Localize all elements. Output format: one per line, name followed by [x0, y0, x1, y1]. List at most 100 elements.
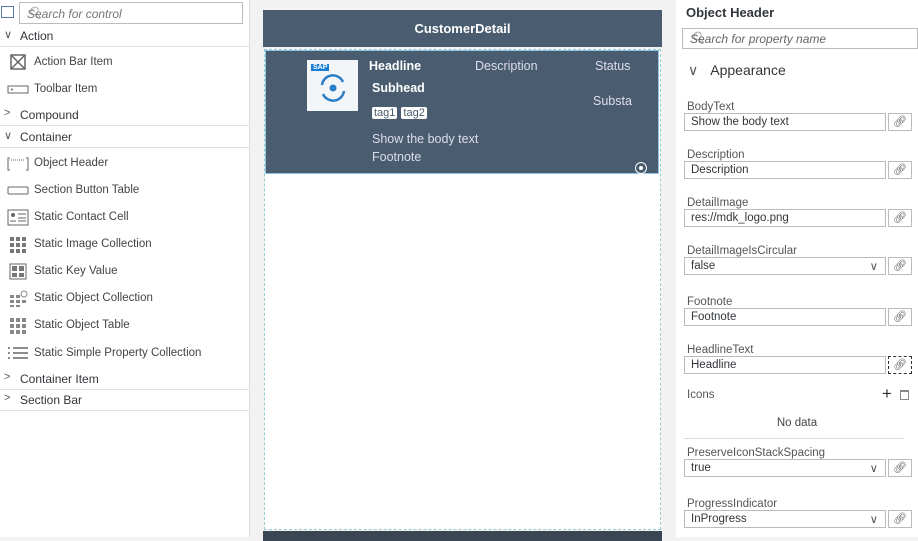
- control-static-image-collection[interactable]: Static Image Collection: [0, 233, 250, 257]
- property-select[interactable]: false ∨: [684, 257, 886, 275]
- object-header-preview[interactable]: SAP Headline Description Status Subhead …: [265, 50, 659, 174]
- control-label: Static Simple Property Collection: [34, 347, 202, 359]
- status: Status: [595, 59, 631, 73]
- search-icon[interactable]: 🔍︎: [690, 31, 915, 45]
- property-select[interactable]: InProgress ∨: [684, 510, 886, 528]
- palette-toggle-icon[interactable]: [1, 6, 14, 18]
- property-value: Footnote: [691, 311, 737, 323]
- control-label: Object Header: [34, 157, 109, 169]
- chevron-right-icon: >: [4, 107, 11, 119]
- control-object-header[interactable]: Object Header: [0, 152, 250, 176]
- bind-link-button[interactable]: 🔗︎: [888, 356, 912, 374]
- bind-link-button[interactable]: 🔗︎: [888, 161, 912, 179]
- property-input[interactable]: Footnote: [684, 308, 886, 326]
- control-static-object-table[interactable]: Static Object Table: [0, 314, 250, 338]
- radio-indicator-icon[interactable]: [635, 162, 647, 174]
- section-appearance[interactable]: ∨ Appearance: [688, 62, 786, 79]
- category-container-item[interactable]: > Container Item: [0, 368, 250, 390]
- category-container[interactable]: ∨ Container: [0, 126, 250, 148]
- property-label: PreserveIconStackSpacing: [687, 447, 826, 459]
- action-bar-icon: [10, 54, 26, 70]
- category-compound[interactable]: > Compound: [0, 104, 250, 126]
- control-label: Static Object Collection: [34, 292, 153, 304]
- property-search-input[interactable]: Search for property name 🔍︎: [682, 28, 918, 49]
- category-label: Compound: [20, 108, 79, 122]
- control-section-button-table[interactable]: Section Button Table: [0, 179, 250, 203]
- sap-logo: SAP: [311, 64, 330, 71]
- property-select[interactable]: true ∨: [684, 459, 886, 477]
- link-icon: 🔗︎: [893, 359, 907, 371]
- bind-link-button[interactable]: 🔗︎: [888, 510, 912, 528]
- chevron-down-icon: ∨: [869, 514, 878, 526]
- section-label: Appearance: [710, 62, 786, 78]
- body-text: Show the body text: [372, 132, 479, 146]
- bind-link-button[interactable]: 🔗︎: [888, 257, 912, 275]
- property-input[interactable]: Headline: [684, 356, 886, 374]
- link-icon: 🔗︎: [893, 212, 907, 224]
- category-label: Container Item: [20, 372, 99, 386]
- control-label: Static Object Table: [34, 319, 130, 331]
- chevron-down-icon: ∨: [869, 261, 878, 273]
- bind-link-button[interactable]: 🔗︎: [888, 459, 912, 477]
- link-icon: 🔗︎: [893, 116, 907, 128]
- property-label: Footnote: [687, 296, 733, 308]
- bind-link-button[interactable]: 🔗︎: [888, 113, 912, 131]
- icons-empty: No data: [776, 417, 818, 429]
- bind-link-button[interactable]: 🔗︎: [888, 308, 912, 326]
- property-label: DetailImage: [687, 197, 749, 209]
- bind-link-button[interactable]: 🔗︎: [888, 209, 912, 227]
- grid-icon: [10, 237, 26, 253]
- chevron-right-icon: >: [4, 392, 11, 404]
- property-value: res://mdk_logo.png: [691, 212, 789, 224]
- control-label: Static Key Value: [34, 265, 118, 277]
- toolbar-icon: [7, 85, 29, 94]
- category-label: Section Bar: [20, 393, 83, 407]
- object-header-icon: [7, 157, 29, 171]
- chevron-down-icon: ∨: [688, 62, 699, 78]
- property-input[interactable]: Description: [684, 161, 886, 179]
- tags: tag1 tag2: [372, 105, 431, 119]
- link-icon: 🔗︎: [893, 462, 907, 474]
- control-static-simple-property-collection[interactable]: Static Simple Property Collection: [0, 342, 250, 366]
- search-icon[interactable]: 🔍︎: [27, 6, 236, 20]
- link-icon: 🔗︎: [893, 311, 907, 323]
- control-label: Section Button Table: [34, 184, 140, 196]
- tag: tag2: [401, 107, 427, 119]
- control-static-object-collection[interactable]: Static Object Collection: [0, 287, 250, 311]
- delete-icon[interactable]: [900, 390, 909, 400]
- control-toolbar-item[interactable]: Toolbar Item: [0, 78, 250, 102]
- control-static-key-value[interactable]: Static Key Value: [0, 260, 250, 284]
- object-collection-icon: [10, 290, 28, 307]
- category-label: Action: [20, 29, 54, 43]
- key-value-icon: [9, 263, 27, 280]
- control-static-contact-cell[interactable]: Static Contact Cell: [0, 206, 250, 230]
- control-search-input[interactable]: Search for control 🔍︎: [19, 2, 243, 24]
- footnote: Footnote: [372, 150, 422, 164]
- section-button-icon: [7, 186, 29, 195]
- control-label: Toolbar Item: [34, 83, 98, 95]
- property-label: Description: [687, 149, 745, 161]
- category-action[interactable]: ∨ Action: [0, 25, 250, 47]
- page-title: CustomerDetail: [263, 10, 662, 47]
- control-label: Static Image Collection: [34, 238, 152, 250]
- property-input[interactable]: Show the body text: [684, 113, 886, 131]
- contact-card-icon: [7, 209, 29, 226]
- chevron-down-icon: ∨: [869, 463, 878, 475]
- property-value: false: [691, 260, 716, 272]
- property-input[interactable]: res://mdk_logo.png: [684, 209, 886, 227]
- bottom-toolbar: [263, 531, 662, 541]
- substatus: Substa: [593, 94, 632, 108]
- control-action-bar-item[interactable]: Action Bar Item: [0, 51, 250, 75]
- table-grid-icon: [10, 318, 26, 334]
- control-label: Static Contact Cell: [34, 211, 129, 223]
- add-icon[interactable]: +: [882, 384, 892, 404]
- property-label: DetailImageIsCircular: [687, 245, 797, 257]
- sync-icon: [320, 74, 346, 102]
- category-section-bar[interactable]: > Section Bar: [0, 389, 250, 411]
- subhead: Subhead: [372, 81, 425, 95]
- icons-label: Icons: [687, 389, 715, 401]
- chevron-down-icon: ∨: [4, 130, 13, 142]
- design-canvas: CustomerDetail SAP Headline Description …: [263, 10, 662, 541]
- chevron-down-icon: ∨: [4, 29, 13, 41]
- link-icon: 🔗︎: [893, 513, 907, 525]
